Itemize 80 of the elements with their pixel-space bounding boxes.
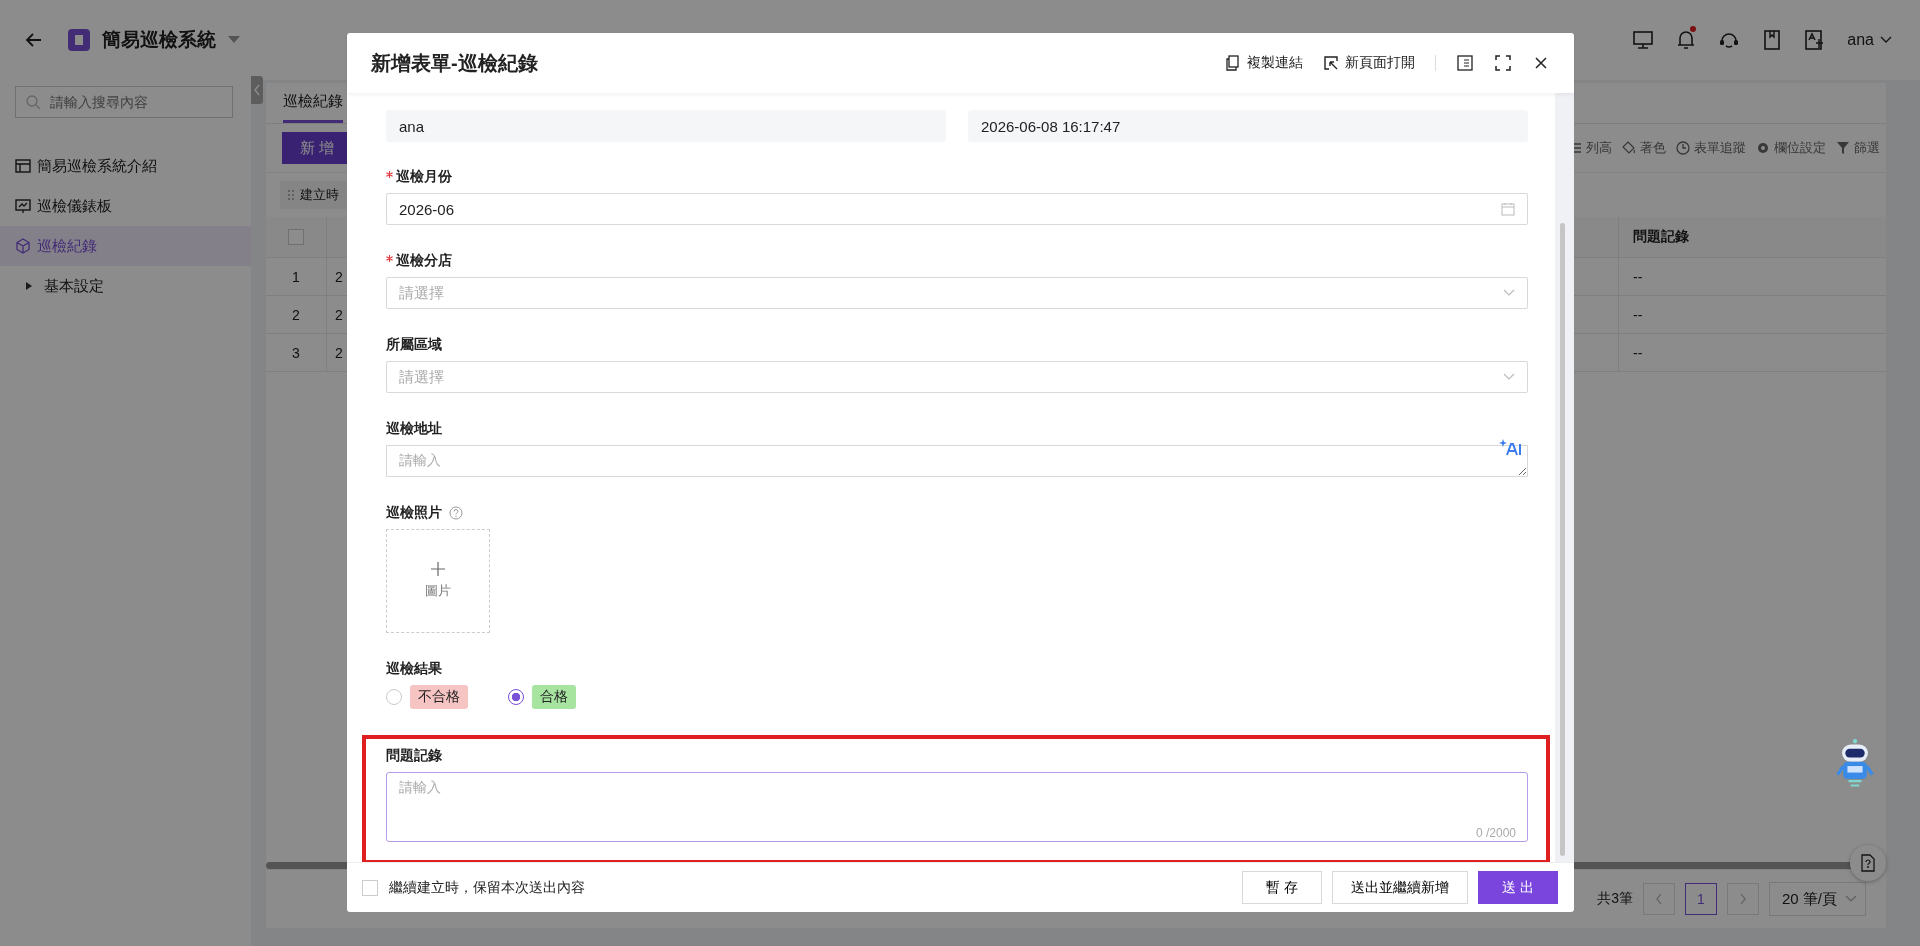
chart-screen-icon [15,198,31,214]
drag-handle-icon [288,190,294,200]
scrollbar[interactable] [1555,93,1574,862]
row-number: 1 [292,268,300,285]
table-cell: 2 [335,268,343,285]
address-field[interactable]: 請輸入 [386,445,1528,477]
table-cell: -- [1633,306,1643,323]
collapse-handle[interactable] [251,76,263,104]
table-cell: -- [1633,268,1643,285]
table-icon [15,158,31,174]
keep-content-checkbox[interactable] [362,879,378,896]
document-question-icon [1861,854,1875,872]
app-logo-icon [68,29,90,51]
sidebar-item[interactable]: 簡易巡檢系統介紹 [0,146,251,186]
page-button[interactable]: 1 [1684,883,1717,915]
filter-icon [1836,141,1850,155]
search-icon [25,94,41,110]
date-field[interactable]: 2026-06 [386,193,1528,225]
table-cell: 2 [335,344,343,361]
tab[interactable]: 巡檢紀錄 [283,83,343,123]
footer-button[interactable]: 暫 存 [1242,871,1322,904]
radio-button[interactable] [508,689,524,705]
chevron-right-icon [1738,893,1747,905]
option-tag: 合格 [532,685,576,709]
sidebar-item[interactable]: 巡檢儀錶板 [0,186,251,226]
readonly-field: ana [386,110,946,142]
total-count: 共3筆 [1597,890,1633,908]
search-field[interactable]: 請輸入搜尋內容 [15,86,233,118]
field-label: 巡檢地址 [386,420,442,438]
open-new-page-button[interactable]: 新頁面打開 [1323,54,1415,72]
clock-icon [1676,141,1690,155]
field-label: 巡檢月份 [396,168,452,186]
field-label: 問題記錄 [386,747,442,765]
sidebar-item[interactable]: 巡檢紀錄 [0,226,251,266]
page-size-select[interactable]: 20 筆/頁 [1768,882,1866,916]
character-counter: 0 /2000 [1475,826,1516,840]
toolbar-button[interactable]: 表單追蹤 [1676,139,1746,157]
toolbar-button[interactable]: 欄位設定 [1756,139,1826,157]
chevron-down-icon [1503,289,1515,297]
chevron-left-icon [253,84,261,96]
column-header: 問題記錄 [1633,228,1689,244]
plus-icon [431,562,445,576]
group-chip[interactable]: 建立時 [280,181,347,209]
checkbox-label: 繼續建立時，保留本次送出內容 [389,878,585,897]
toolbar-button[interactable]: 著色 [1622,139,1666,157]
select-all-checkbox[interactable] [288,229,304,245]
side-panel-icon[interactable] [1456,54,1474,72]
fullscreen-icon[interactable] [1494,54,1512,72]
app-title: 簡易巡檢系統 [102,28,216,52]
chevron-down-icon [1880,36,1892,44]
row-number: 2 [292,306,300,323]
chevron-down-icon [1845,895,1857,903]
table-cell: -- [1633,344,1643,361]
submit-button[interactable]: 送 出 [1478,871,1558,904]
copy-icon [1225,55,1241,71]
field-label: 所屬區域 [386,336,442,354]
chevron-left-icon [1654,893,1663,905]
paint-bucket-icon [1622,141,1636,155]
table-cell: 2 [335,306,343,323]
calendar-icon [1501,202,1515,216]
cube-icon [15,238,31,254]
open-external-icon [1323,55,1339,71]
dialog-title: 新增表單-巡檢紀錄 [371,50,538,76]
chevron-down-icon [1503,373,1515,381]
row-number: 3 [292,344,300,361]
sidebar-item[interactable]: 基本設定 [0,266,251,306]
toolbar-button[interactable]: 篩選 [1836,139,1880,157]
monitor-icon[interactable] [1632,29,1655,51]
toolbar-button[interactable]: 列高 [1568,139,1612,157]
sparkle-ai-icon[interactable] [1498,438,1522,456]
field-label: 巡檢結果 [386,660,442,678]
caret-icon[interactable] [228,36,240,44]
footer-button[interactable]: 送出並繼續新增 [1332,871,1468,904]
field-label: 巡檢分店 [396,252,452,270]
copy-link-button[interactable]: 複製連結 [1225,54,1303,72]
option-tag: 不合格 [410,685,468,709]
readonly-field: 2026-06-08 16:17:47 [968,110,1528,142]
field-label: 巡檢照片 [386,504,442,522]
user-menu[interactable]: ana [1847,31,1892,49]
image-upload-button[interactable]: 圖片 [386,529,490,633]
